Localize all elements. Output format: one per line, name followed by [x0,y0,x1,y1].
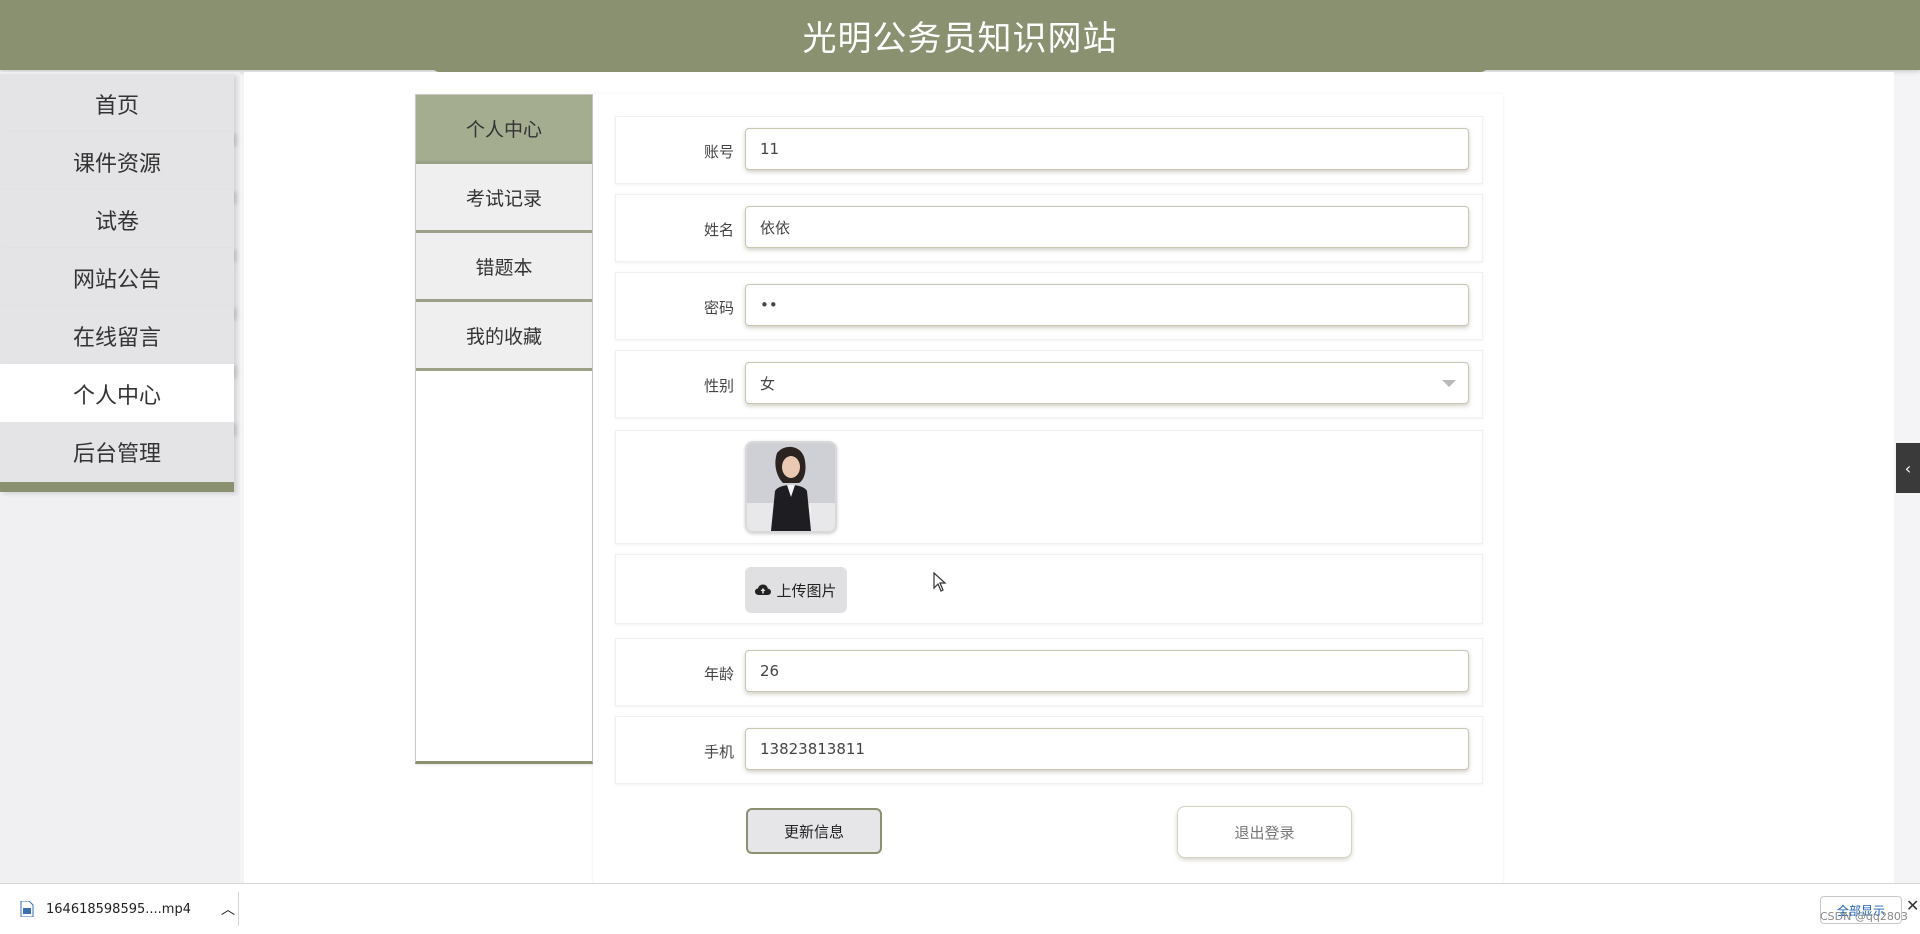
gender-select[interactable]: 女 [745,362,1469,404]
cloud-upload-icon [755,584,772,595]
download-divider [238,892,239,926]
form-row-upload: 上传图片 [615,554,1483,624]
form-row-age: 年龄 [615,638,1483,706]
age-field[interactable] [745,650,1469,692]
avatar-person-icon [747,443,835,531]
nav-item-admin[interactable]: 后台管理 [0,422,234,492]
form-row-account: 账号 [615,116,1483,184]
form-row-password: 密码 [615,272,1483,340]
subnav-item-wrong-questions[interactable]: 错题本 [416,233,592,302]
form-row-avatar [615,430,1483,544]
logout-button[interactable]: 退出登录 [1177,806,1352,858]
header-notch [430,62,1490,72]
site-header: 光明公务员知识网站 [0,0,1920,72]
upload-image-button[interactable]: 上传图片 [745,567,847,613]
download-bar: 164618598595....mp4 ︿ 全部显示 ✕ [0,883,1920,934]
download-item[interactable]: 164618598595....mp4 ︿ [20,884,235,934]
password-label: 密码 [703,299,734,317]
phone-field[interactable] [745,728,1469,770]
profile-subnav: 个人中心 考试记录 错题本 我的收藏 [415,94,593,764]
account-label: 账号 [703,143,734,161]
gender-label: 性别 [703,377,734,395]
name-label: 姓名 [703,221,734,239]
chevron-down-icon [1442,380,1456,387]
avatar-image [745,441,837,533]
chevron-up-icon[interactable]: ︿ [221,899,235,919]
account-field[interactable] [745,128,1469,170]
subnav-item-profile[interactable]: 个人中心 [416,95,592,164]
subnav-item-favorites[interactable]: 我的收藏 [416,302,592,371]
update-info-button[interactable]: 更新信息 [746,808,882,854]
video-file-icon [20,901,34,917]
mouse-cursor-icon [933,571,947,596]
site-title: 光明公务员知识网站 [802,18,1118,59]
password-field[interactable] [745,284,1469,326]
close-icon[interactable]: ✕ [1906,896,1919,915]
profile-form: 账号 姓名 密码 性别 女 [593,94,1503,884]
phone-label: 手机 [703,743,734,761]
download-file-name: 164618598595....mp4 [46,901,191,917]
name-field[interactable] [745,206,1469,248]
gender-select-value: 女 [760,374,776,393]
left-nav: 首页 课件资源 试卷 网站公告 在线留言 个人中心 后台管理 [0,72,240,882]
chevron-left-icon: ‹ [1904,458,1912,478]
form-row-phone: 手机 [615,716,1483,784]
upload-image-label: 上传图片 [776,581,837,600]
sidebar-toggle-button[interactable]: ‹ [1896,443,1920,493]
watermark-text: CSDN @qq2803 [1820,910,1908,923]
form-row-gender: 性别 女 [615,350,1483,418]
subnav-item-exam-records[interactable]: 考试记录 [416,164,592,233]
age-label: 年龄 [703,665,734,683]
form-row-name: 姓名 [615,194,1483,262]
